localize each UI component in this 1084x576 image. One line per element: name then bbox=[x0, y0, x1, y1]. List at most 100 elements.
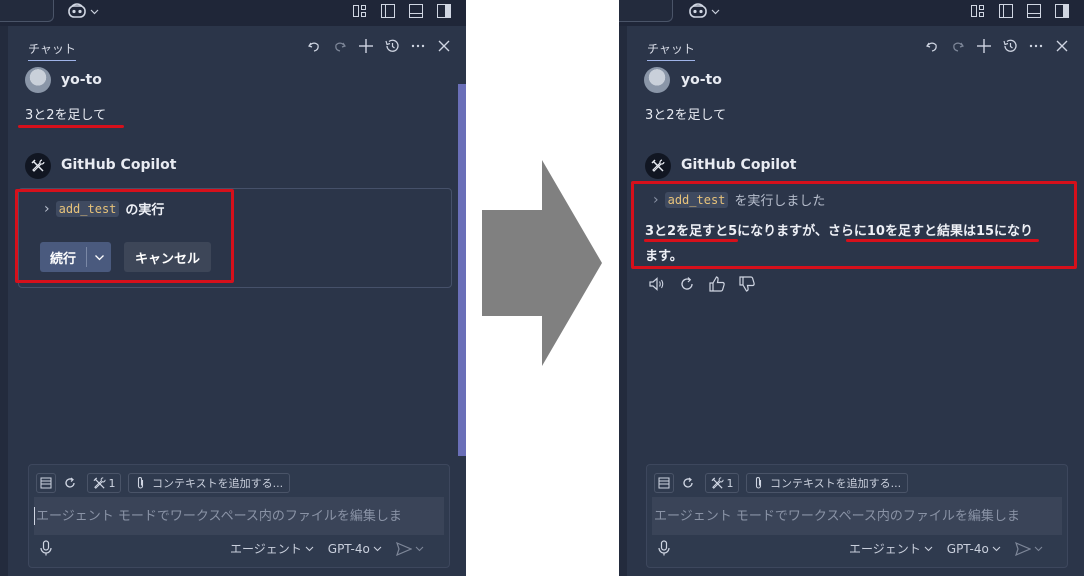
tool-result: を実行しました bbox=[734, 194, 826, 209]
send-icon bbox=[395, 541, 412, 556]
mode-picker[interactable]: エージェント bbox=[230, 540, 314, 557]
highlight-underline bbox=[18, 125, 124, 128]
new-chat-icon[interactable] bbox=[358, 38, 374, 54]
activity-gutter bbox=[0, 26, 8, 576]
mode-label: エージェント bbox=[849, 542, 921, 556]
more-icon[interactable] bbox=[1028, 38, 1044, 54]
chevron-right-icon: › bbox=[653, 191, 659, 208]
microphone-icon[interactable] bbox=[657, 540, 671, 556]
chevron-down-icon bbox=[924, 546, 933, 552]
add-context-button[interactable]: コンテキストを追加する... bbox=[128, 473, 291, 493]
tool-name: add_test bbox=[55, 200, 120, 217]
toggle-primary-sidebar-icon[interactable] bbox=[998, 3, 1014, 19]
send-button[interactable] bbox=[1014, 541, 1043, 556]
chat-input[interactable] bbox=[34, 497, 444, 535]
tools-button[interactable]: 1 bbox=[87, 473, 121, 493]
chevron-down-icon bbox=[415, 546, 424, 552]
chat-actions bbox=[924, 38, 1070, 54]
mode-picker[interactable]: エージェント bbox=[849, 540, 933, 557]
send-icon bbox=[1014, 541, 1031, 556]
layout-controls bbox=[970, 3, 1070, 19]
tab-chat[interactable]: チャット bbox=[647, 40, 695, 61]
toggle-primary-sidebar-icon[interactable] bbox=[380, 3, 396, 19]
close-icon[interactable] bbox=[436, 38, 452, 54]
layout-controls bbox=[352, 3, 452, 19]
undo-icon[interactable] bbox=[924, 38, 940, 54]
model-picker[interactable]: GPT-4o bbox=[947, 542, 1001, 556]
history-icon[interactable] bbox=[384, 38, 400, 54]
scrollbar[interactable] bbox=[458, 84, 466, 456]
chat-actions bbox=[306, 38, 452, 54]
customize-layout-icon[interactable] bbox=[352, 3, 368, 19]
chevron-down-icon bbox=[373, 546, 382, 552]
title-bar bbox=[0, 0, 466, 26]
continue-options-button[interactable] bbox=[87, 252, 111, 263]
undo-icon[interactable] bbox=[306, 38, 322, 54]
command-center[interactable] bbox=[0, 0, 54, 22]
title-bar bbox=[619, 0, 1084, 26]
attach-icon[interactable] bbox=[654, 473, 674, 493]
more-icon[interactable] bbox=[410, 38, 426, 54]
mode-label: エージェント bbox=[230, 542, 302, 556]
refresh-icon[interactable] bbox=[678, 473, 698, 493]
read-aloud-icon[interactable] bbox=[648, 275, 666, 293]
retry-icon[interactable] bbox=[678, 275, 696, 293]
highlight-underline bbox=[846, 239, 1039, 242]
chevron-down-icon bbox=[90, 9, 99, 14]
copilot-icon bbox=[68, 3, 86, 18]
tool-action: の実行 bbox=[125, 203, 165, 218]
redo-icon[interactable] bbox=[950, 38, 966, 54]
tools-button[interactable]: 1 bbox=[705, 473, 739, 493]
new-chat-icon[interactable] bbox=[976, 38, 992, 54]
chevron-down-icon bbox=[305, 546, 314, 552]
chat-composer: 1 コンテキストを追加する... エージェント GPT-4o bbox=[646, 464, 1068, 568]
copilot-menu[interactable] bbox=[66, 2, 99, 20]
chat-header: チャット bbox=[28, 38, 452, 62]
avatar bbox=[25, 67, 51, 93]
redo-icon[interactable] bbox=[332, 38, 348, 54]
tool-result-row[interactable]: › add_test を実行しました bbox=[653, 190, 825, 209]
refresh-icon[interactable] bbox=[60, 473, 80, 493]
tools-icon bbox=[93, 476, 106, 489]
continue-button[interactable]: 続行 bbox=[40, 242, 112, 272]
user-message: 3と2を足して bbox=[25, 108, 107, 123]
tool-call-row[interactable]: › add_test の実行 bbox=[44, 199, 164, 218]
toggle-panel-icon[interactable] bbox=[408, 3, 424, 19]
tool-name: add_test bbox=[664, 191, 729, 208]
microphone-icon[interactable] bbox=[39, 540, 53, 556]
tools-icon bbox=[711, 476, 724, 489]
toggle-panel-icon[interactable] bbox=[1026, 3, 1042, 19]
copilot-menu[interactable] bbox=[687, 2, 720, 20]
assistant-response: 3と2を足すと5になりますが、さらに10を足すと結果は15になり ます。 bbox=[645, 219, 1081, 269]
model-label: GPT-4o bbox=[327, 541, 370, 556]
cancel-button[interactable]: キャンセル bbox=[124, 242, 212, 272]
copilot-icon bbox=[689, 3, 707, 18]
model-picker[interactable]: GPT-4o bbox=[328, 542, 382, 556]
send-button[interactable] bbox=[395, 541, 424, 556]
user-message: 3と2を足して bbox=[645, 108, 727, 123]
customize-layout-icon[interactable] bbox=[970, 3, 986, 19]
add-context-button[interactable]: コンテキストを追加する... bbox=[746, 473, 909, 493]
continue-label: 続行 bbox=[50, 251, 77, 267]
thumbs-up-icon[interactable] bbox=[708, 275, 726, 293]
add-context-label: コンテキストを追加する... bbox=[152, 477, 284, 490]
attach-icon[interactable] bbox=[36, 473, 56, 493]
chat-header: チャット bbox=[647, 38, 1070, 62]
copilot-avatar bbox=[645, 153, 671, 179]
add-context-label: コンテキストを追加する... bbox=[770, 477, 902, 490]
paperclip-icon bbox=[755, 477, 762, 489]
text-caret bbox=[34, 507, 35, 525]
toggle-secondary-sidebar-icon[interactable] bbox=[1054, 3, 1070, 19]
history-icon[interactable] bbox=[1002, 38, 1018, 54]
user-name: yo-to bbox=[61, 72, 102, 88]
toggle-secondary-sidebar-icon[interactable] bbox=[436, 3, 452, 19]
command-center[interactable] bbox=[619, 0, 673, 22]
copilot-avatar bbox=[25, 153, 51, 179]
chat-input[interactable] bbox=[652, 497, 1062, 535]
response-actions bbox=[648, 275, 756, 293]
composer-toolbar: エージェント GPT-4o bbox=[849, 540, 1043, 557]
tab-chat[interactable]: チャット bbox=[28, 40, 76, 61]
thumbs-down-icon[interactable] bbox=[738, 275, 756, 293]
close-icon[interactable] bbox=[1054, 38, 1070, 54]
chevron-down-icon bbox=[992, 546, 1001, 552]
